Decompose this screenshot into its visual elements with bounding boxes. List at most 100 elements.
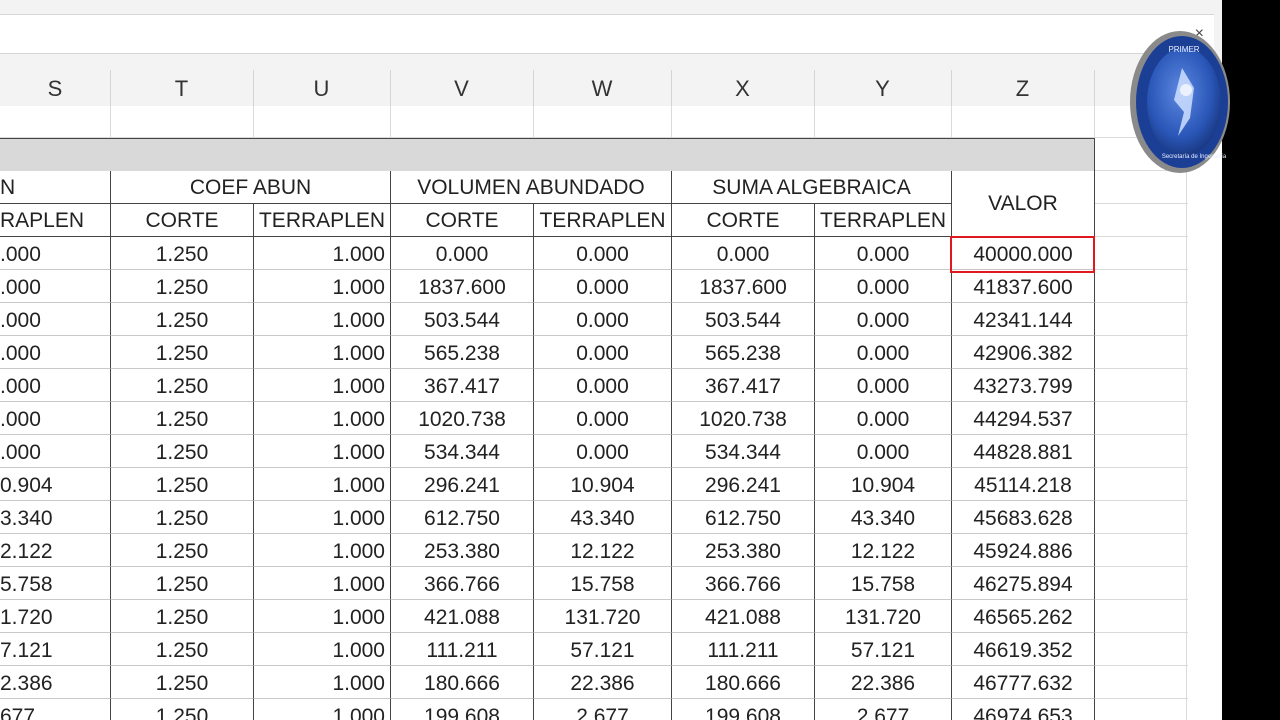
header-suma-algebraica[interactable]: SUMA ALGEBRAICA (672, 171, 952, 204)
cell-u[interactable]: 1.000 (254, 435, 391, 468)
cell-t[interactable]: 1.250 (111, 600, 254, 633)
cell-x[interactable]: 0.000 (672, 237, 815, 270)
cell-x[interactable]: 253.380 (672, 534, 815, 567)
cell-t[interactable]: 1.250 (111, 633, 254, 666)
cell-s[interactable]: 1.720 (0, 600, 111, 633)
cell-u[interactable]: 1.000 (254, 600, 391, 633)
cell-v[interactable]: 534.344 (391, 435, 534, 468)
cell-t[interactable]: 1.250 (111, 237, 254, 270)
cell-t[interactable]: 1.250 (111, 567, 254, 600)
cell-x[interactable]: 111.211 (672, 633, 815, 666)
cell-w[interactable]: 0.000 (534, 270, 672, 303)
cell-w[interactable]: 0.000 (534, 336, 672, 369)
cell-w[interactable]: 43.340 (534, 501, 672, 534)
cell-s[interactable]: .000 (0, 270, 111, 303)
cell-y[interactable]: 2.677 (815, 699, 952, 720)
cell-v[interactable]: 1020.738 (391, 402, 534, 435)
cell-u[interactable]: 1.000 (254, 369, 391, 402)
cell-x[interactable]: 565.238 (672, 336, 815, 369)
subheader-y-terraplen[interactable]: TERRAPLEN (815, 204, 952, 237)
cell-y[interactable]: 22.386 (815, 666, 952, 699)
cell-x[interactable]: 534.344 (672, 435, 815, 468)
cell-s[interactable]: .000 (0, 336, 111, 369)
cell-z[interactable]: 46974.653 (952, 699, 1095, 720)
cell-t[interactable]: 1.250 (111, 468, 254, 501)
cell-s[interactable]: 2.386 (0, 666, 111, 699)
cell-z[interactable]: 46565.262 (952, 600, 1095, 633)
cell-s[interactable]: .000 (0, 237, 111, 270)
cell-s[interactable]: .000 (0, 435, 111, 468)
cell-u[interactable]: 1.000 (254, 501, 391, 534)
cell-v[interactable]: 253.380 (391, 534, 534, 567)
cell-y[interactable]: 131.720 (815, 600, 952, 633)
column-header-t[interactable]: T (110, 70, 254, 106)
column-header-y[interactable]: Y (814, 70, 952, 106)
cell-z[interactable]: 45683.628 (952, 501, 1095, 534)
cell-z[interactable]: 43273.799 (952, 369, 1095, 402)
cell-s[interactable]: 7.121 (0, 633, 111, 666)
cell-s[interactable]: 677 (0, 699, 111, 720)
cell-v[interactable]: 565.238 (391, 336, 534, 369)
cell-z[interactable]: 46777.632 (952, 666, 1095, 699)
cell-s[interactable]: .000 (0, 303, 111, 336)
cell-y[interactable]: 0.000 (815, 369, 952, 402)
selected-cell-highlight[interactable] (950, 236, 1095, 273)
cell-t[interactable]: 1.250 (111, 402, 254, 435)
cell-z[interactable]: 41837.600 (952, 270, 1095, 303)
column-header-z[interactable]: Z (951, 70, 1095, 106)
cell-y[interactable]: 12.122 (815, 534, 952, 567)
cell-u[interactable]: 1.000 (254, 270, 391, 303)
cell-u[interactable]: 1.000 (254, 468, 391, 501)
cell-x[interactable]: 503.544 (672, 303, 815, 336)
cell-v[interactable]: 503.544 (391, 303, 534, 336)
cell-t[interactable]: 1.250 (111, 435, 254, 468)
cell-v[interactable]: 111.211 (391, 633, 534, 666)
cell-y[interactable]: 10.904 (815, 468, 952, 501)
cell-x[interactable]: 180.666 (672, 666, 815, 699)
cell-w[interactable]: 15.758 (534, 567, 672, 600)
column-header-s[interactable]: S (0, 70, 111, 106)
header-group-s[interactable]: N (0, 171, 111, 204)
cell-u[interactable]: 1.000 (254, 666, 391, 699)
cell-t[interactable]: 1.250 (111, 270, 254, 303)
cell-x[interactable]: 366.766 (672, 567, 815, 600)
cell-y[interactable]: 0.000 (815, 402, 952, 435)
cell-x[interactable]: 199.608 (672, 699, 815, 720)
cell-y[interactable]: 0.000 (815, 237, 952, 270)
cell-t[interactable]: 1.250 (111, 666, 254, 699)
cell-x[interactable]: 367.417 (672, 369, 815, 402)
subheader-u-terraplen[interactable]: TERRAPLEN (254, 204, 391, 237)
cell-x[interactable]: 421.088 (672, 600, 815, 633)
cell-u[interactable]: 1.000 (254, 303, 391, 336)
cell-w[interactable]: 0.000 (534, 435, 672, 468)
cell-u[interactable]: 1.000 (254, 534, 391, 567)
cell-y[interactable]: 43.340 (815, 501, 952, 534)
column-header-x[interactable]: X (671, 70, 815, 106)
formula-input[interactable]: × (0, 14, 1214, 54)
cell-w[interactable]: 12.122 (534, 534, 672, 567)
cell-v[interactable]: 366.766 (391, 567, 534, 600)
cell-t[interactable]: 1.250 (111, 534, 254, 567)
cell-z[interactable]: 44294.537 (952, 402, 1095, 435)
cell-v[interactable]: 199.608 (391, 699, 534, 720)
cell-u[interactable]: 1.000 (254, 402, 391, 435)
cell-z[interactable]: 42906.382 (952, 336, 1095, 369)
cell-z[interactable]: 46619.352 (952, 633, 1095, 666)
subheader-s[interactable]: RAPLEN (0, 204, 111, 237)
cell-z[interactable]: 46275.894 (952, 567, 1095, 600)
cell-y[interactable]: 0.000 (815, 336, 952, 369)
cell-u[interactable]: 1.000 (254, 633, 391, 666)
cell-z[interactable]: 44828.881 (952, 435, 1095, 468)
cell-z[interactable]: 42341.144 (952, 303, 1095, 336)
cell-x[interactable]: 1020.738 (672, 402, 815, 435)
cell-w[interactable]: 131.720 (534, 600, 672, 633)
cell-w[interactable]: 2.677 (534, 699, 672, 720)
cell-t[interactable]: 1.250 (111, 501, 254, 534)
cell-s[interactable]: .000 (0, 402, 111, 435)
column-header-u[interactable]: U (253, 70, 391, 106)
cell-v[interactable]: 180.666 (391, 666, 534, 699)
cell-w[interactable]: 10.904 (534, 468, 672, 501)
cell-u[interactable]: 1.000 (254, 567, 391, 600)
subheader-t-corte[interactable]: CORTE (111, 204, 254, 237)
cell-v[interactable]: 296.241 (391, 468, 534, 501)
